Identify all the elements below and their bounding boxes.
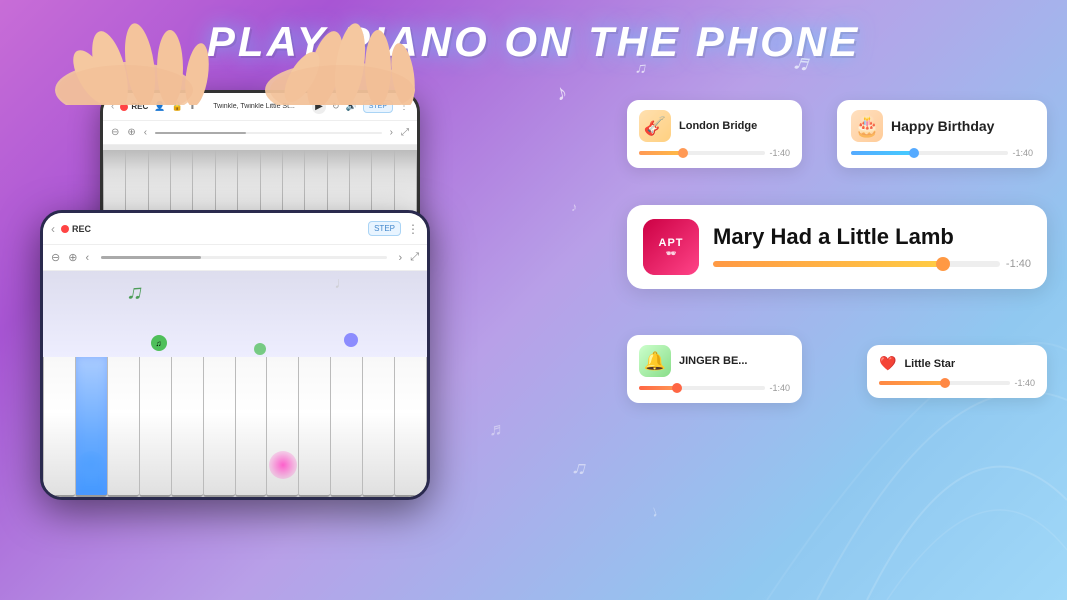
little-star-duration: -1:40 xyxy=(1014,378,1035,388)
music-note-7: ♩ xyxy=(648,500,669,522)
right-arrow-small[interactable]: › xyxy=(390,127,393,138)
little-star-card[interactable]: ❤️ Little Star -1:40 xyxy=(867,345,1047,398)
little-star-heart: ❤️ xyxy=(879,355,896,372)
jingle-bell-progress xyxy=(639,386,765,390)
left-arrow-large[interactable]: ‹ xyxy=(85,252,89,264)
zoom-out-icon-small[interactable]: ⊖ xyxy=(111,127,119,138)
london-bridge-card[interactable]: 🎸 London Bridge -1:40 xyxy=(627,100,802,168)
expand-icon-large[interactable]: ⤢ xyxy=(410,251,419,264)
zoom-in-icon-small[interactable]: ⊕ xyxy=(127,127,135,138)
jingle-bell-name: JINGER BE... xyxy=(679,355,747,367)
mary-lamb-thumb: APT 🕶 xyxy=(643,219,699,275)
large-tablet: ‹ REC STEP ⋮ ⊖ ⊕ ‹ › ⤢ xyxy=(40,210,430,500)
music-note-8: ♬ xyxy=(489,419,507,440)
mary-lamb-card[interactable]: APT 🕶 Mary Had a Little Lamb -1:40 xyxy=(627,205,1047,289)
more-icon-large[interactable]: ⋮ xyxy=(407,222,419,236)
large-tablet-toolbar: ‹ REC STEP ⋮ xyxy=(43,213,427,245)
happy-birthday-name: Happy Birthday xyxy=(891,118,994,134)
rec-button-large[interactable]: REC xyxy=(61,224,91,234)
expand-icon-small[interactable]: ⤢ xyxy=(401,127,409,138)
back-icon-large: ‹ xyxy=(51,222,55,236)
london-bridge-progress xyxy=(639,151,765,155)
mary-lamb-duration: -1:40 xyxy=(1006,258,1031,270)
little-star-name: Little Star xyxy=(904,358,955,370)
london-bridge-header: 🎸 London Bridge xyxy=(639,110,790,142)
mary-lamb-name: Mary Had a Little Lamb xyxy=(713,224,1031,250)
happy-birthday-progress xyxy=(851,151,1008,155)
jingle-bell-thumb: 🔔 xyxy=(639,345,671,377)
mary-lamb-progress xyxy=(713,261,1000,267)
step-button-large[interactable]: STEP xyxy=(368,221,401,236)
rec-dot-large xyxy=(61,225,69,233)
happy-birthday-thumb: 🎂 xyxy=(851,110,883,142)
happy-birthday-duration: -1:40 xyxy=(1012,148,1033,158)
happy-birthday-card[interactable]: 🎂 Happy Birthday -1:40 xyxy=(837,100,1047,168)
zoom-out-icon-large[interactable]: ⊖ xyxy=(51,251,60,264)
small-zoom-toolbar: ⊖ ⊕ ‹ › ⤢ xyxy=(103,121,417,145)
jingle-bell-duration: -1:40 xyxy=(769,383,790,393)
zoom-in-icon-large[interactable]: ⊕ xyxy=(68,251,77,264)
little-star-progress xyxy=(879,381,1010,385)
left-arrow-small[interactable]: ‹ xyxy=(144,127,147,138)
mary-lamb-info: Mary Had a Little Lamb -1:40 xyxy=(713,224,1031,270)
right-arrow-large[interactable]: › xyxy=(399,252,403,264)
music-note-6: ♫ xyxy=(569,455,589,481)
large-zoom-toolbar: ⊖ ⊕ ‹ › ⤢ xyxy=(43,245,427,271)
london-bridge-thumb: 🎸 xyxy=(639,110,671,142)
happy-birthday-header: 🎂 Happy Birthday xyxy=(851,110,1033,142)
jingle-bell-card[interactable]: 🔔 JINGER BE... -1:40 xyxy=(627,335,802,403)
london-bridge-duration: -1:40 xyxy=(769,148,790,158)
large-piano-keys[interactable]: ♫ ♫ ♩ xyxy=(43,271,427,497)
music-note-1: ♪ xyxy=(553,79,570,107)
jingle-bell-header: 🔔 JINGER BE... xyxy=(639,345,790,377)
london-bridge-name: London Bridge xyxy=(679,120,757,132)
hands-image xyxy=(30,0,460,105)
music-note-9: ♪ xyxy=(571,200,577,214)
little-star-header: ❤️ Little Star xyxy=(879,355,1035,372)
